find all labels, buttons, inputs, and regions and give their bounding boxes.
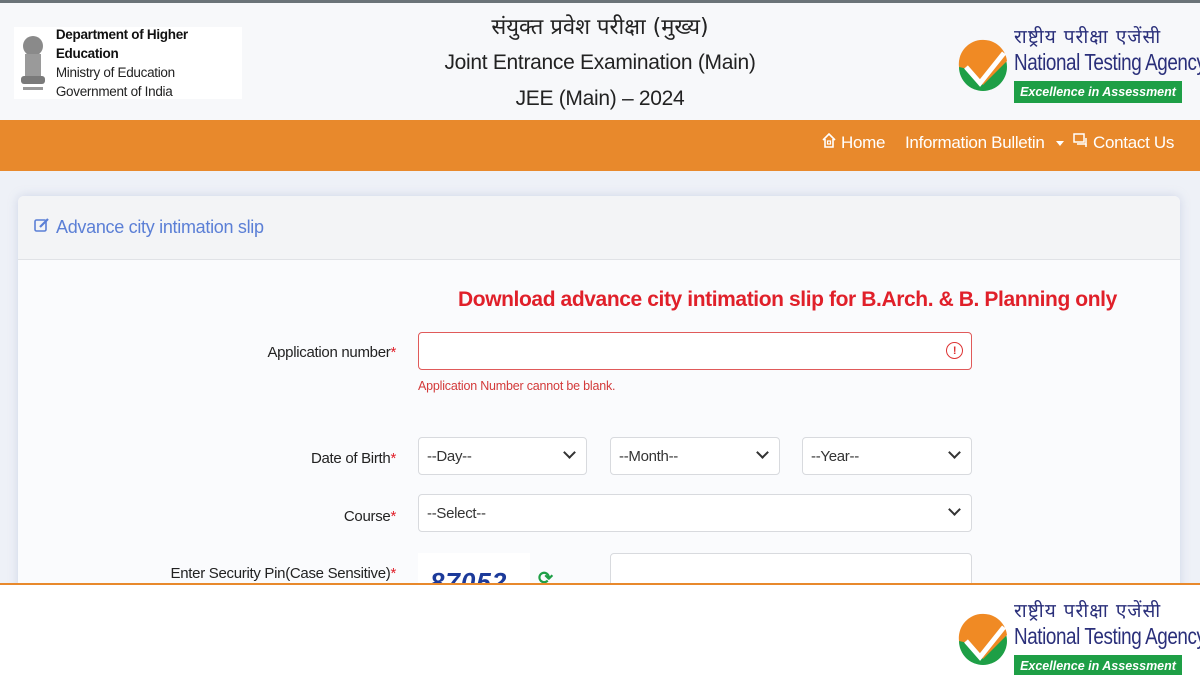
footer-banner: राष्ट्रीय परीक्षा एजेंसी National Testin… — [0, 583, 1200, 675]
caret-down-icon — [1055, 140, 1064, 146]
nta-name-hindi: राष्ट्रीय परीक्षा एजेंसी — [1014, 26, 1162, 48]
nta-name-english: National Testing Agency — [1014, 49, 1200, 75]
main-navbar: Home Information Bulletin Contact Us — [0, 120, 1200, 171]
nav-information-bulletin-dropdown[interactable]: Information Bulletin — [905, 133, 1064, 153]
chat-icon — [1073, 133, 1088, 153]
nav-contact-label: Contact Us — [1093, 133, 1175, 152]
intimation-slip-card: Advance city intimation slip Download ad… — [18, 196, 1180, 596]
dob-year-select[interactable]: --Year-- — [802, 437, 972, 475]
exam-title-english: Joint Entrance Examination (Main) — [444, 51, 756, 74]
chevron-down-icon — [563, 446, 576, 459]
nta-check-icon — [958, 609, 1008, 674]
exam-title-year: JEE (Main) – 2024 — [515, 87, 685, 110]
dob-label: Date of Birth* — [310, 450, 396, 467]
footer-nta-name-english: National Testing Agency — [1014, 623, 1200, 649]
chevron-down-icon — [948, 446, 961, 459]
nav-contact-link[interactable]: Contact Us — [1073, 133, 1174, 153]
download-notice: Download advance city intimation slip fo… — [458, 288, 1117, 311]
nav-home-label: Home — [841, 133, 886, 152]
nta-tagline: Excellence in Assessment — [1014, 81, 1182, 103]
exam-title-block: संयुक्त प्रवेश परीक्षा (मुख्य) Joint Ent… — [400, 11, 800, 117]
exam-title-hindi: संयुक्त प्रवेश परीक्षा (मुख्य) — [491, 15, 709, 40]
home-icon — [822, 132, 836, 153]
chevron-down-icon — [948, 503, 961, 516]
application-number-label: Application number* — [267, 344, 396, 361]
ministry-name: Ministry of Education — [55, 65, 175, 80]
govt-logo-block: Department of Higher Education Ministry … — [14, 27, 242, 99]
nta-check-icon — [958, 35, 1008, 100]
footer-nta-logo: राष्ट्रीय परीक्षा एजेंसी National Testin… — [958, 597, 1200, 675]
course-label: Course* — [343, 508, 396, 525]
dob-month-select[interactable]: --Month-- — [610, 437, 780, 475]
chevron-down-icon — [756, 446, 769, 459]
card-title: Advance city intimation slip — [56, 217, 264, 237]
footer-nta-tagline: Excellence in Assessment — [1014, 655, 1182, 675]
nav-home-link[interactable]: Home — [822, 132, 886, 153]
site-header: Department of Higher Education Ministry … — [0, 3, 1200, 120]
dob-day-select[interactable]: --Day-- — [418, 437, 587, 475]
govt-name: Government of India — [55, 84, 173, 99]
course-select[interactable]: --Select-- — [418, 494, 972, 532]
application-number-error: Application Number cannot be blank. — [418, 379, 616, 393]
error-alert-icon: ! — [946, 342, 963, 359]
security-pin-label: Enter Security Pin(Case Sensitive)* — [170, 565, 397, 582]
content-area: Advance city intimation slip Download ad… — [0, 171, 1200, 596]
nav-bulletin-label: Information Bulletin — [905, 133, 1045, 152]
application-number-input[interactable]: ! — [418, 332, 972, 370]
nta-logo: राष्ट्रीय परीक्षा एजेंसी National Testin… — [958, 23, 1200, 107]
dept-name: Department of Higher Education — [55, 27, 188, 61]
footer-nta-name-hindi: राष्ट्रीय परीक्षा एजेंसी — [1014, 600, 1162, 622]
national-emblem-icon — [16, 30, 50, 96]
card-header: Advance city intimation slip — [18, 196, 1180, 260]
edit-icon — [34, 217, 50, 238]
